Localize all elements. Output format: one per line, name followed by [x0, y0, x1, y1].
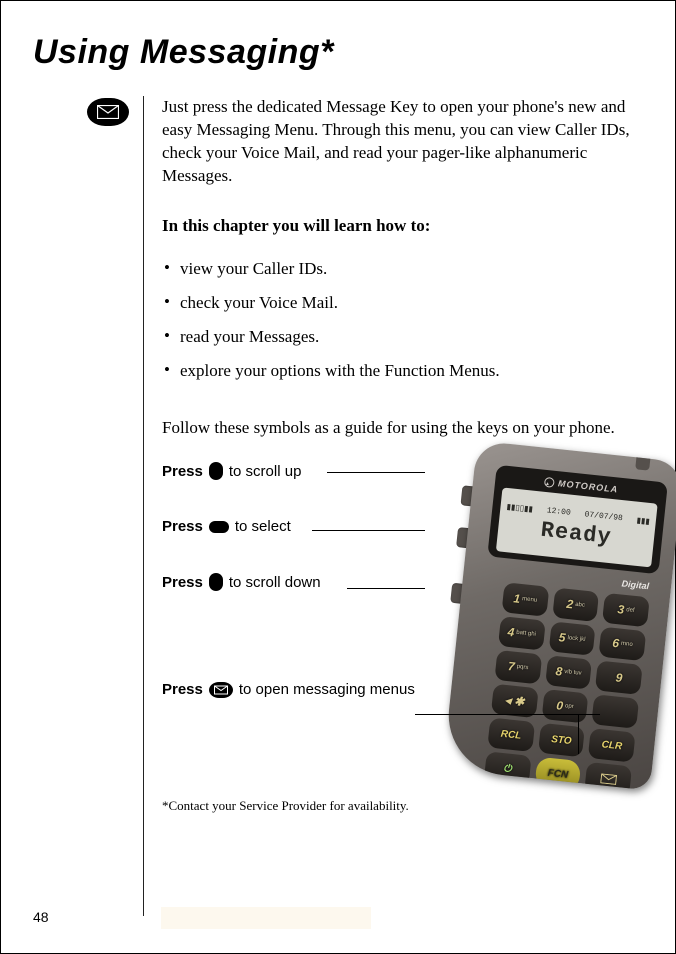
- key-7: 7pqrs: [494, 650, 542, 685]
- key-9: 9: [595, 661, 643, 696]
- press-label: Press: [162, 518, 203, 535]
- chapter-heading: In this chapter you will learn how to:: [162, 216, 643, 236]
- digital-label: Digital: [621, 579, 649, 592]
- scroll-up-instruction: Press to scroll up: [162, 462, 415, 480]
- leader-line: [415, 714, 600, 715]
- antenna: [635, 449, 651, 470]
- key-1: 1menu: [502, 582, 550, 617]
- intro-text: Just press the dedicated Message Key to …: [162, 96, 643, 188]
- list-item: view your Caller IDs.: [162, 252, 643, 286]
- key-message: [585, 762, 633, 791]
- key-4: 4batt ghi: [498, 616, 546, 651]
- leader-line: [327, 472, 425, 473]
- leader-line: [312, 530, 425, 531]
- key-6: 6mno: [599, 627, 647, 662]
- down-key-icon: [209, 573, 223, 591]
- select-instruction: Press to select: [162, 518, 415, 535]
- messaging-text: to open messaging menus: [239, 681, 415, 698]
- learn-list: view your Caller IDs. check your Voice M…: [162, 252, 643, 388]
- key-power: ⏻: [484, 751, 532, 786]
- page-number: 48: [33, 909, 49, 925]
- key-star: ◂ ✱: [491, 684, 539, 719]
- list-item: read your Messages.: [162, 320, 643, 354]
- key-8: 8vib tuv: [545, 655, 593, 690]
- page-title: Using Messaging*: [33, 33, 643, 72]
- phone-screen: ▮▮▯▯▮▮ 12:00 07/07/98 ▮▮▮ Ready: [496, 488, 658, 568]
- leader-line: [347, 588, 425, 589]
- list-item: check your Voice Mail.: [162, 286, 643, 320]
- key-5: 5lock jkl: [548, 621, 596, 656]
- scroll-down-text: to scroll down: [229, 574, 321, 591]
- key-fcn: FCN: [534, 757, 582, 791]
- key-2: 2abc: [552, 588, 600, 623]
- key-clr: CLR: [588, 728, 636, 763]
- list-item: explore your options with the Function M…: [162, 354, 643, 388]
- press-label: Press: [162, 681, 203, 698]
- footnote: *Contact your Service Provider for avail…: [162, 798, 643, 814]
- highlight-bar: [161, 907, 371, 929]
- follow-text: Follow these symbols as a guide for usin…: [162, 418, 643, 438]
- scroll-up-text: to scroll up: [229, 463, 302, 480]
- key-3: 3def: [602, 593, 650, 628]
- key-0: 0opr: [541, 689, 589, 724]
- up-key-icon: [209, 462, 223, 480]
- select-text: to select: [235, 518, 291, 535]
- envelope-icon: [87, 98, 129, 126]
- motorola-logo-icon: [544, 477, 555, 488]
- phone-illustration: MOTOROLA ▮▮▯▯▮▮ 12:00 07/07/98 ▮▮▮ Ready: [416, 438, 676, 802]
- brand-text: MOTOROLA: [558, 478, 619, 494]
- signal-icon: ▮▮▯▯▮▮: [506, 502, 534, 517]
- press-label: Press: [162, 574, 203, 591]
- leader-line: [578, 714, 579, 754]
- keypad: 1menu 2abc 3def 4batt ghi 5lock jkl 6mno…: [486, 582, 650, 778]
- press-label: Press: [162, 463, 203, 480]
- messaging-instruction: Press to open messaging menus: [162, 681, 415, 698]
- select-key-icon: [209, 521, 229, 533]
- key-rcl: RCL: [487, 718, 535, 753]
- battery-icon: ▮▮▮: [636, 515, 650, 528]
- envelope-key-icon: [209, 682, 233, 698]
- key-hash: [592, 694, 640, 729]
